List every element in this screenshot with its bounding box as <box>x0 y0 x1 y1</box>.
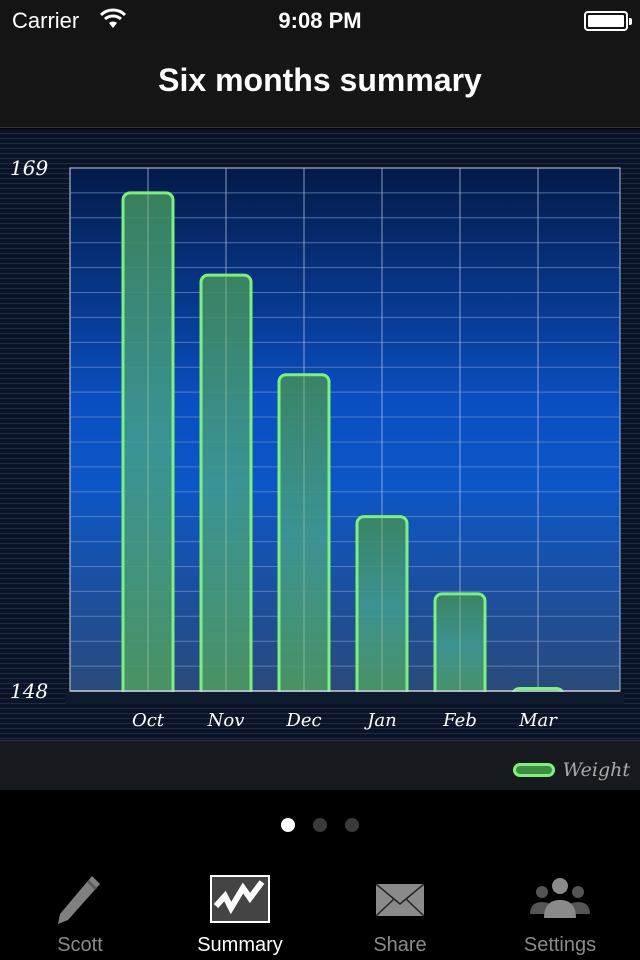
legend: Weight <box>512 759 630 781</box>
plot-bottom-mask <box>66 692 624 704</box>
navigation-bar: Six months summary <box>0 40 640 128</box>
chart-icon <box>210 875 270 923</box>
legend-label: Weight <box>562 759 630 781</box>
envelope-icon <box>375 883 425 917</box>
tab-settings[interactable]: Settings <box>480 860 640 960</box>
x-tick-feb: Feb <box>442 710 477 731</box>
tab-scott[interactable]: Scott <box>0 860 160 960</box>
x-tick-jan: Jan <box>363 710 397 731</box>
pencil-icon <box>58 876 100 924</box>
tab-bar: Scott Summary Share Settings <box>0 860 640 960</box>
legend-swatch <box>512 763 555 777</box>
tab-summary[interactable]: Summary <box>160 860 320 960</box>
x-tick-nov: Nov <box>207 710 245 731</box>
status-bar: Carrier 9:08 PM <box>0 0 640 40</box>
weight-bar-chart: Oct Nov Dec Jan Feb Mar 169 148 <box>10 156 624 731</box>
x-tick-dec: Dec <box>285 710 321 731</box>
y-tick-min: 148 <box>10 679 48 703</box>
tab-share[interactable]: Share <box>320 860 480 960</box>
page-control[interactable] <box>0 818 640 832</box>
page-dot-2[interactable] <box>313 818 327 832</box>
page-dot-1[interactable] <box>281 818 295 832</box>
clock: 9:08 PM <box>278 8 362 33</box>
page-dot-3[interactable] <box>345 818 359 832</box>
legend-bar: Weight <box>0 740 640 790</box>
users-icon <box>530 878 590 918</box>
battery-icon <box>584 11 632 31</box>
y-tick-max: 169 <box>10 156 48 180</box>
x-tick-mar: Mar <box>518 710 558 731</box>
page-title: Six months summary <box>158 62 482 98</box>
x-tick-oct: Oct <box>132 710 165 731</box>
